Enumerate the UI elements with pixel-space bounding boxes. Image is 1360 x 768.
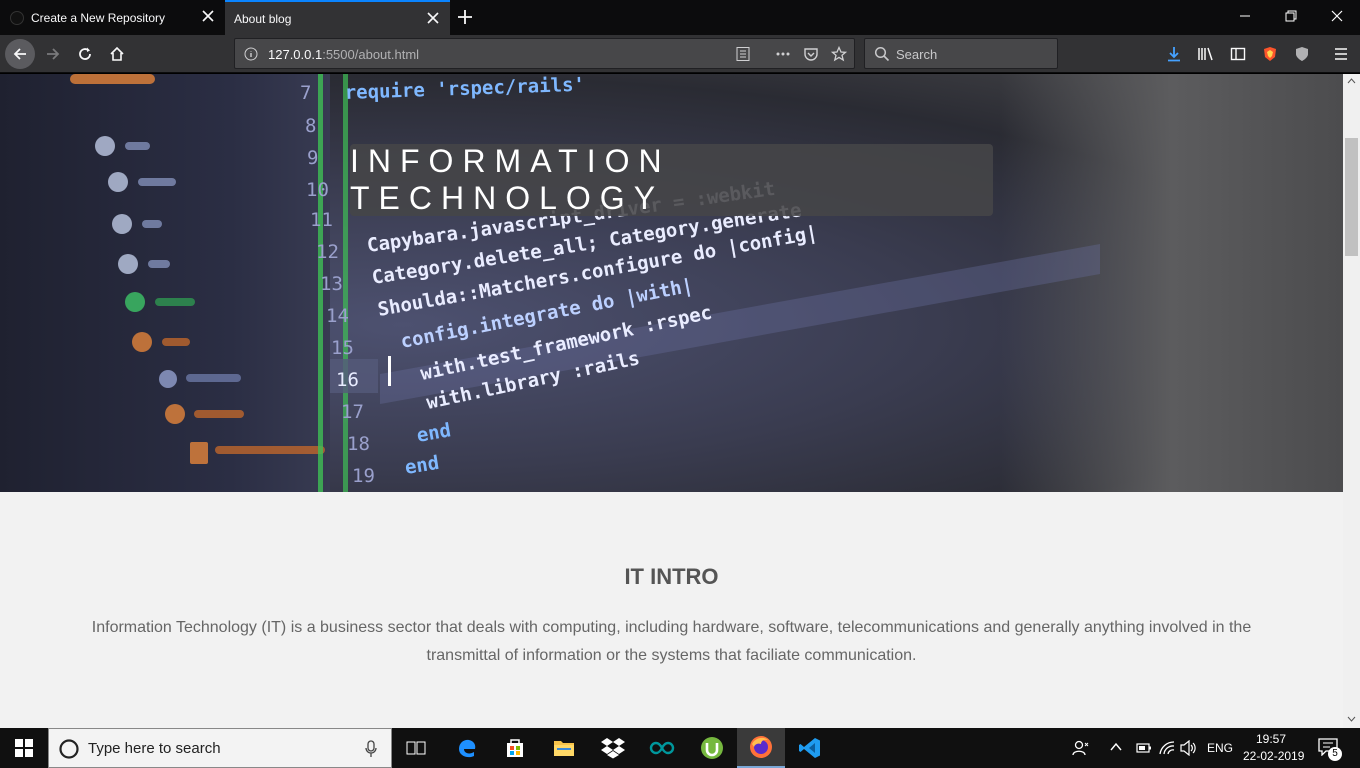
tracking-protection-button[interactable]	[1288, 40, 1316, 68]
firefox-icon	[750, 736, 772, 758]
windows-taskbar: Type here to search ENG 19:57 22-02-2019…	[0, 728, 1360, 768]
scroll-down-arrow-icon[interactable]	[1347, 716, 1356, 722]
dropbox-icon	[601, 738, 625, 759]
line-number: 19	[352, 465, 375, 487]
line-number: 15	[331, 337, 354, 359]
clock-date[interactable]: 22-02-2019	[1243, 749, 1304, 763]
store-icon	[507, 739, 523, 757]
tab-about-blog[interactable]: About blog	[225, 0, 450, 35]
line-number: 9	[307, 147, 318, 169]
code-line: require 'rspec/rails'	[344, 74, 585, 104]
hamburger-icon	[1335, 48, 1347, 60]
taskbar-search-box[interactable]: Type here to search	[48, 728, 392, 768]
people-icon[interactable]	[1072, 739, 1090, 757]
taskbar-search-placeholder: Type here to search	[88, 739, 221, 757]
section-paragraph: Information Technology (IT) is a busines…	[91, 619, 1252, 664]
hero-code-image: 7 8 9 10 11 12 13 14 15 16 17 18 19 requ…	[70, 74, 1100, 492]
minimize-button[interactable]	[1222, 0, 1268, 32]
folder-icon	[554, 741, 574, 756]
hero-title: INFORMATION TECHNOLOGY	[350, 143, 993, 216]
taskbar-store[interactable]	[491, 728, 539, 768]
url-bar[interactable]: 127.0.0.1:5500/about.html	[234, 38, 855, 69]
library-button[interactable]	[1192, 40, 1220, 68]
forward-button[interactable]	[39, 40, 67, 68]
url-text[interactable]: 127.0.0.1:5500/about.html	[268, 47, 419, 62]
wifi-icon[interactable]	[1158, 740, 1176, 756]
taskbar-file-explorer[interactable]	[540, 728, 588, 768]
arduino-icon	[649, 741, 675, 755]
edge-icon	[459, 739, 476, 758]
reload-button[interactable]	[71, 40, 99, 68]
tab-bar: Create a New Repository About blog	[0, 0, 1360, 35]
restore-button[interactable]	[1268, 0, 1314, 32]
close-icon[interactable]	[426, 11, 440, 25]
taskbar-edge[interactable]	[443, 728, 491, 768]
clock-time[interactable]: 19:57	[1256, 732, 1286, 746]
tab-create-repository[interactable]: Create a New Repository	[0, 0, 225, 35]
line-number: 14	[326, 305, 349, 327]
section-title: IT INTRO	[624, 564, 719, 589]
line-number: 17	[341, 401, 364, 423]
sidebar-button[interactable]	[1224, 40, 1252, 68]
navigation-toolbar: 127.0.0.1:5500/about.html Search	[0, 35, 1360, 73]
new-tab-icon[interactable]	[455, 7, 475, 27]
cortana-icon[interactable]	[58, 738, 80, 760]
hero-banner: 7 8 9 10 11 12 13 14 15 16 17 18 19 requ…	[0, 74, 1343, 492]
taskbar-arduino[interactable]	[638, 728, 686, 768]
bookmark-star-icon[interactable]	[831, 46, 847, 62]
search-placeholder: Search	[896, 47, 938, 62]
line-number: 13	[320, 273, 343, 295]
shield-icon	[1296, 47, 1308, 61]
volume-icon[interactable]	[1180, 740, 1198, 756]
page-actions-icon[interactable]	[775, 46, 791, 62]
close-window-button[interactable]	[1314, 0, 1360, 32]
taskbar-dropbox[interactable]	[589, 728, 637, 768]
start-button[interactable]	[0, 728, 48, 768]
microphone-icon[interactable]	[365, 740, 377, 758]
scroll-up-arrow-icon[interactable]	[1347, 78, 1356, 84]
search-icon	[874, 46, 890, 62]
taskbar-vscode[interactable]	[786, 728, 834, 768]
sidebar-icon	[1230, 47, 1246, 61]
line-number: 18	[347, 433, 370, 455]
home-button[interactable]	[103, 40, 131, 68]
page-content: 7 8 9 10 11 12 13 14 15 16 17 18 19 requ…	[0, 74, 1343, 728]
chevron-up-icon[interactable]	[1110, 742, 1122, 752]
line-number: 16	[336, 369, 359, 391]
search-bar[interactable]: Search	[864, 38, 1058, 69]
lion-shield-icon	[1264, 47, 1276, 61]
github-icon	[10, 10, 24, 25]
tab-title: Create a New Repository	[31, 10, 166, 25]
line-number: 10	[306, 179, 329, 201]
download-icon	[1168, 47, 1180, 62]
code-line: end	[403, 452, 440, 479]
taskbar-utorrent[interactable]	[688, 728, 736, 768]
line-number: 7	[300, 82, 311, 104]
notification-count-badge: 5	[1328, 747, 1342, 761]
line-number: 11	[310, 209, 333, 231]
scrollbar-thumb[interactable]	[1345, 138, 1358, 256]
reader-view-icon[interactable]	[735, 46, 751, 62]
line-number: 12	[316, 241, 339, 263]
windows-logo-icon	[15, 739, 33, 757]
tab-title: About blog	[234, 11, 292, 26]
code-line: end	[415, 419, 453, 447]
input-language[interactable]: ENG	[1207, 741, 1233, 755]
info-icon[interactable]	[244, 47, 258, 61]
menu-button[interactable]	[1327, 40, 1355, 68]
back-button[interactable]	[5, 39, 35, 69]
task-view-button[interactable]	[392, 728, 440, 768]
library-icon	[1198, 47, 1213, 61]
taskbar-firefox[interactable]	[737, 728, 785, 768]
brave-extension-button[interactable]	[1256, 40, 1284, 68]
downloads-button[interactable]	[1160, 40, 1188, 68]
action-center-button[interactable]: 5	[1318, 738, 1342, 761]
line-number: 8	[305, 115, 316, 137]
close-icon[interactable]	[201, 9, 215, 23]
pocket-icon[interactable]	[803, 46, 819, 62]
task-view-icon	[406, 741, 426, 755]
vscode-icon	[799, 738, 820, 758]
battery-icon[interactable]	[1136, 741, 1152, 755]
utorrent-icon	[701, 737, 723, 759]
